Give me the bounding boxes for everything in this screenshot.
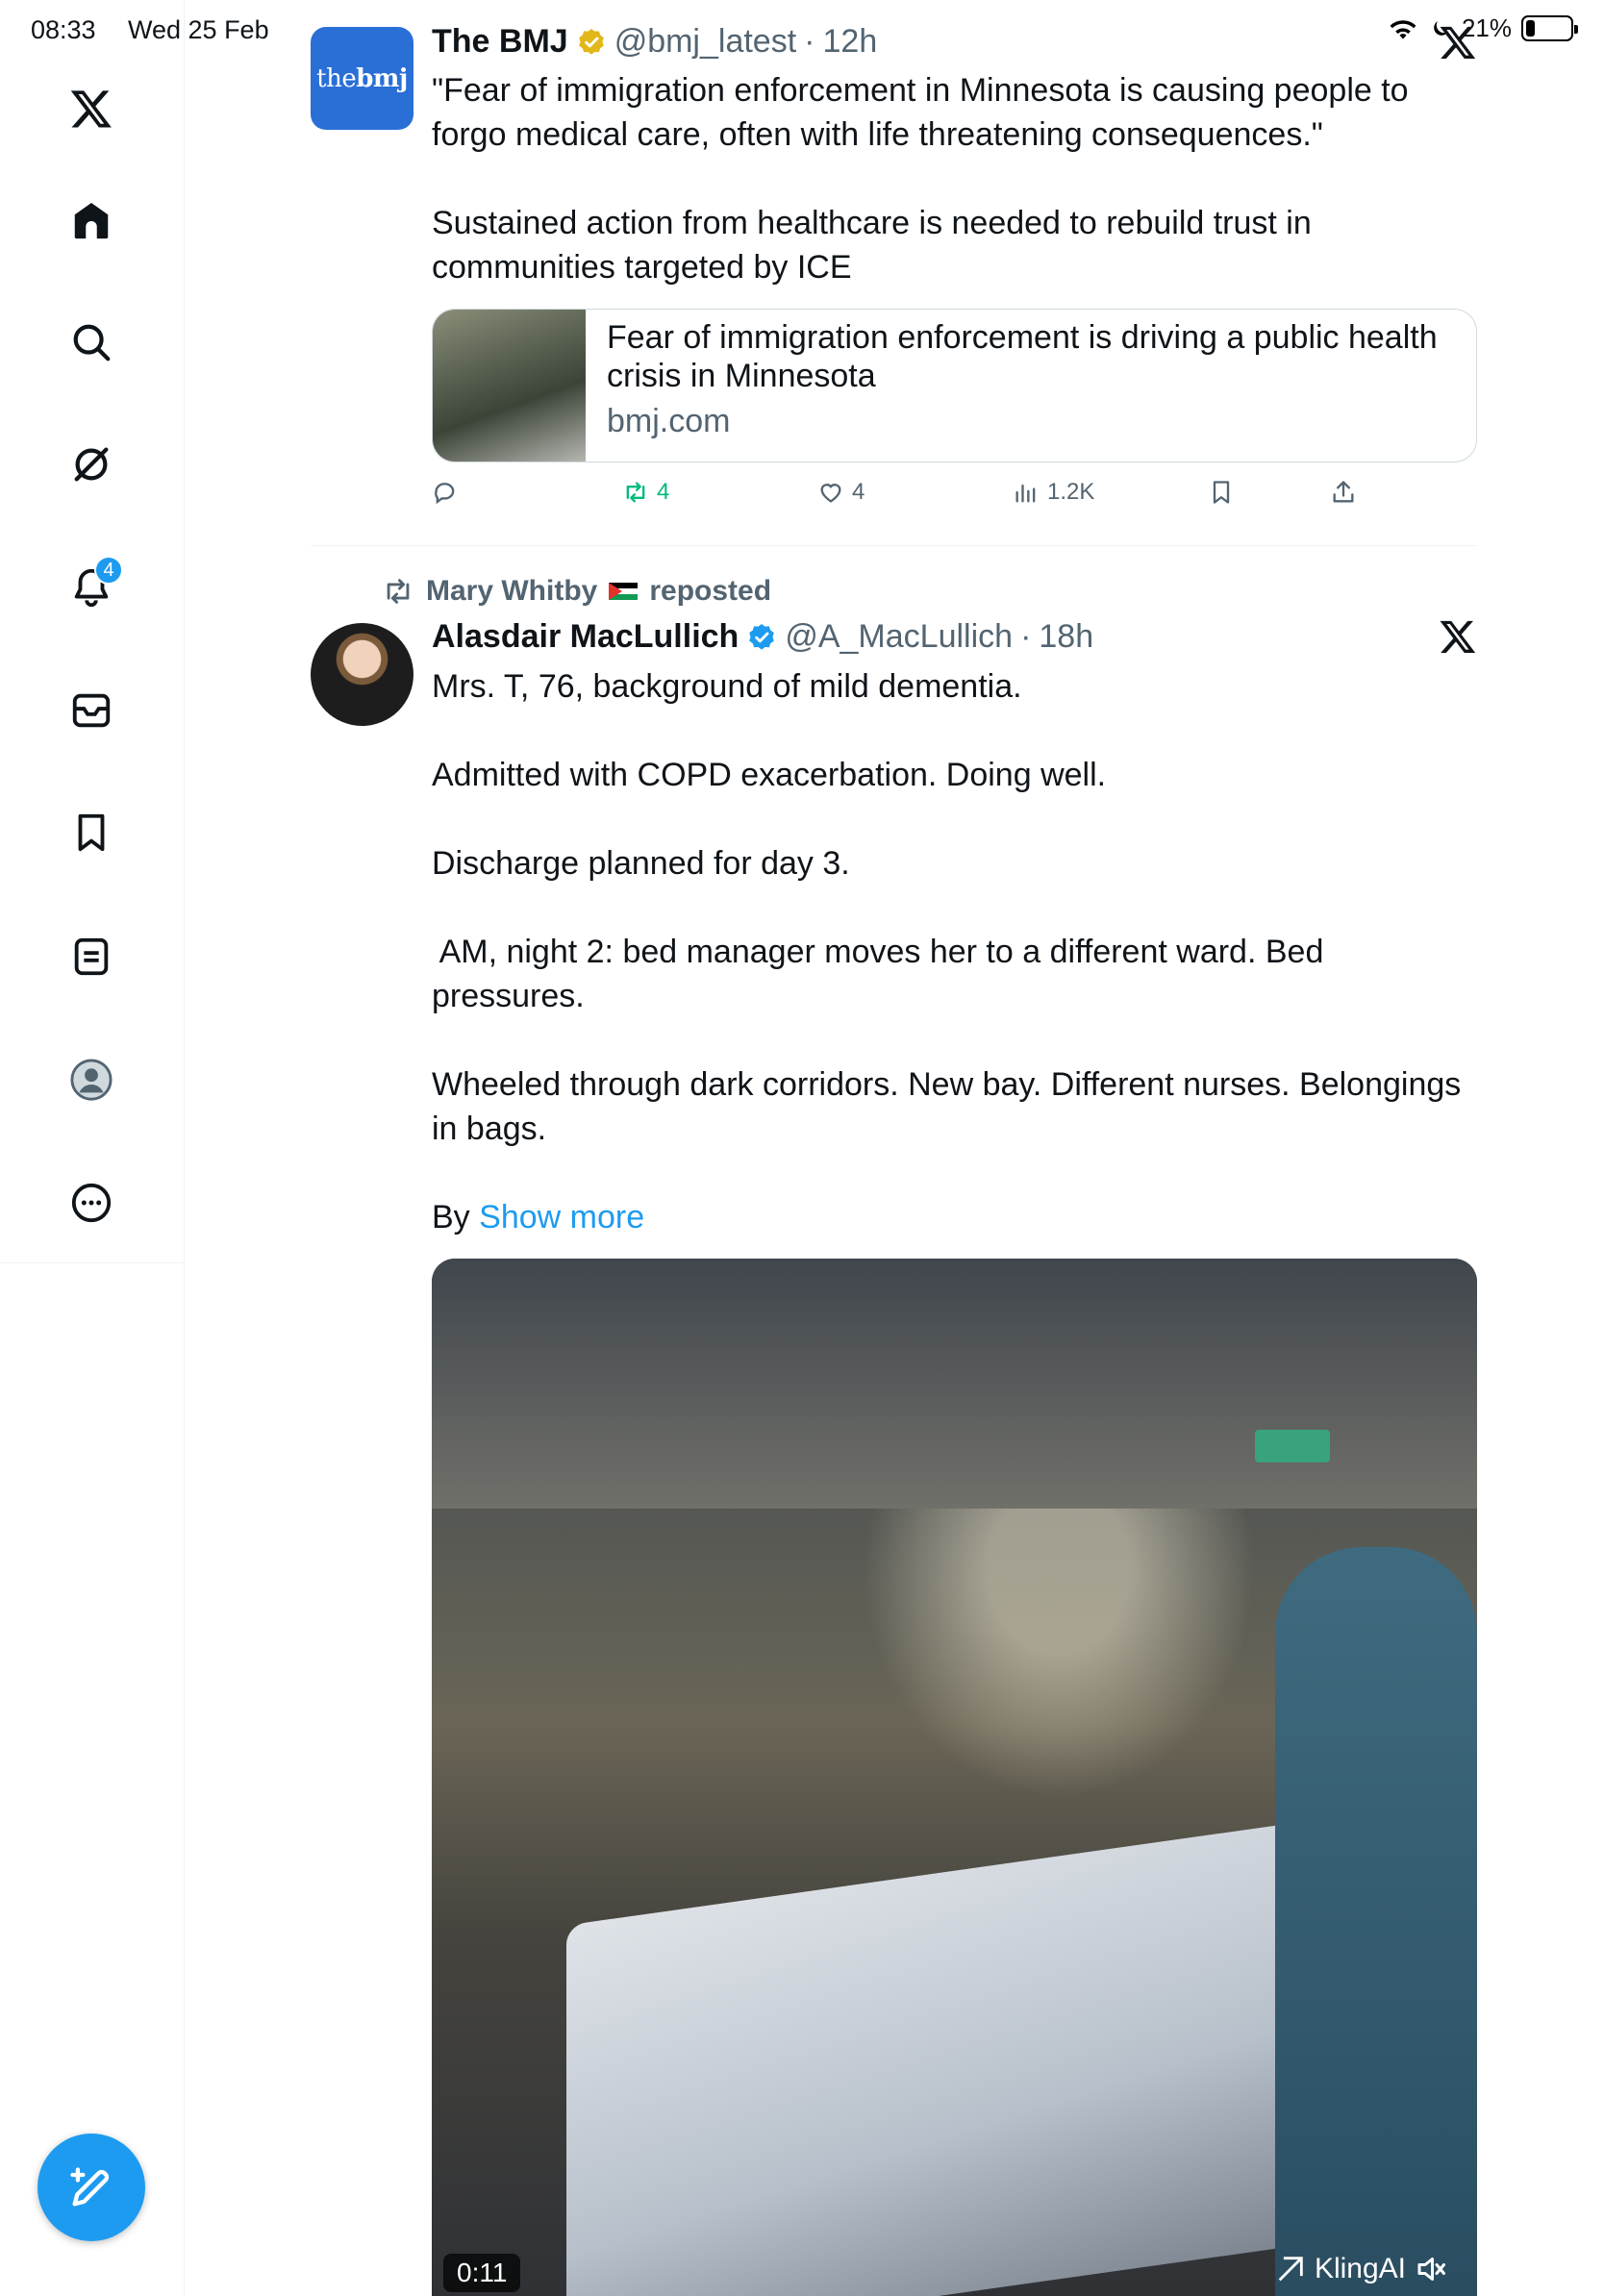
verified-blue-icon <box>749 623 775 650</box>
x-logo-icon[interactable] <box>63 81 119 137</box>
sidebar-divider <box>0 1262 185 1263</box>
reposted-by-name: Mary Whitby <box>426 575 598 607</box>
tweet2-display-name[interactable]: Alasdair MacLullich <box>432 618 739 656</box>
status-indicators: 21% <box>1387 13 1578 43</box>
repost-icon <box>626 482 645 503</box>
x-logo-icon <box>1440 26 1476 59</box>
tweet1-dot: · <box>804 23 815 60</box>
views-button[interactable]: 1.2K <box>1013 479 1094 506</box>
reposted-label: reposted <box>649 575 772 607</box>
alasdair-avatar[interactable] <box>311 623 414 726</box>
tweet-divider <box>311 545 1477 546</box>
tweet2-dot: · <box>1020 618 1032 655</box>
repost-button[interactable]: 4 <box>622 479 669 506</box>
share-button[interactable] <box>1330 479 1357 506</box>
grok-icon <box>74 447 109 482</box>
like-count: 4 <box>852 479 865 505</box>
bmj-avatar[interactable]: thebmj <box>311 27 414 130</box>
share-icon <box>1333 481 1354 503</box>
bookmark-icon <box>1213 481 1230 504</box>
card-thumbnail <box>433 310 586 462</box>
tweet1-time[interactable]: 12h <box>823 23 878 61</box>
palestine-flag-icon <box>609 583 639 600</box>
sidebar-item-grok[interactable] <box>63 437 119 492</box>
card-domain: bmj.com <box>607 403 731 439</box>
sidebar-item-lists[interactable] <box>63 929 119 985</box>
battery-icon <box>1521 15 1578 41</box>
sidebar-item-notifications[interactable]: 4 <box>63 556 123 615</box>
kling-logo-icon <box>1278 2257 1303 2282</box>
sidebar-item-profile[interactable] <box>63 1052 119 1108</box>
video-frame-nurse <box>1275 1547 1477 2296</box>
bookmark-icon <box>78 813 105 852</box>
tweet1-handle[interactable]: @bmj_latest <box>614 23 796 61</box>
tweet1-header: The BMJ @bmj_latest · 12h <box>432 23 877 61</box>
like-button[interactable]: 4 <box>817 479 865 506</box>
repost-icon <box>387 579 410 604</box>
sidebar-item-messages[interactable] <box>63 683 119 738</box>
sidebar-item-home[interactable] <box>63 192 119 248</box>
tweet1-display-name[interactable]: The BMJ <box>432 23 568 61</box>
search-icon <box>73 324 111 362</box>
sidebar-item-search[interactable] <box>63 314 119 370</box>
views-count: 1.2K <box>1047 479 1095 505</box>
profile-avatar-icon <box>70 1059 113 1101</box>
views-icon <box>1015 484 1036 503</box>
bookmark-button[interactable] <box>1208 479 1235 506</box>
reply-button[interactable] <box>432 479 466 506</box>
link-card[interactable]: Fear of immigration enforcement is drivi… <box>432 309 1477 462</box>
repost-count: 4 <box>657 479 670 505</box>
truncated-text: By <box>432 1199 470 1235</box>
video-frame-bed <box>566 1822 1297 2296</box>
sidebar-item-more[interactable] <box>63 1175 119 1231</box>
sidebar-nav: 4 <box>0 0 185 2296</box>
compose-post-button[interactable] <box>38 2134 145 2241</box>
verified-gold-icon <box>578 28 604 55</box>
avatar-logo-text: thebmj <box>316 63 408 93</box>
show-more-link[interactable]: Show more <box>479 1199 644 1235</box>
tweet1-actions: 4 4 1.2K <box>432 479 1477 517</box>
heart-icon <box>820 484 841 503</box>
repost-attribution[interactable]: Mary Whitby reposted <box>382 575 771 608</box>
tweet2-header: Alasdair MacLullich @A_MacLullich · 18h <box>432 618 1093 656</box>
notifications-badge: 4 <box>94 556 123 585</box>
video-player[interactable]: 0:11 KlingAI <box>432 1259 1477 2296</box>
mute-icon[interactable] <box>1414 2252 1448 2286</box>
reply-icon <box>435 483 455 505</box>
video-frame-ceiling <box>432 1259 1477 1509</box>
list-icon <box>74 937 109 976</box>
card-title: Fear of immigration enforcement is drivi… <box>607 319 1438 394</box>
more-icon <box>71 1183 112 1223</box>
home-icon <box>74 202 109 239</box>
tweet2-handle[interactable]: @A_MacLullich <box>785 618 1013 656</box>
mail-icon <box>72 693 111 728</box>
video-frame-exit-sign <box>1255 1430 1330 1462</box>
wifi-icon <box>1390 19 1416 39</box>
compose-icon <box>70 2167 110 2207</box>
video-duration: 0:11 <box>443 2254 521 2292</box>
sidebar-item-bookmarks[interactable] <box>63 805 119 861</box>
x-logo-icon <box>1440 620 1476 653</box>
tweet2-time[interactable]: 18h <box>1039 618 1093 656</box>
tweet1-text: "Fear of immigration enforcement in Minn… <box>432 72 1409 286</box>
video-watermark: KlingAI <box>1274 2252 1448 2286</box>
tweet2-text: Mrs. T, 76, background of mild dementia.… <box>432 668 1462 1235</box>
